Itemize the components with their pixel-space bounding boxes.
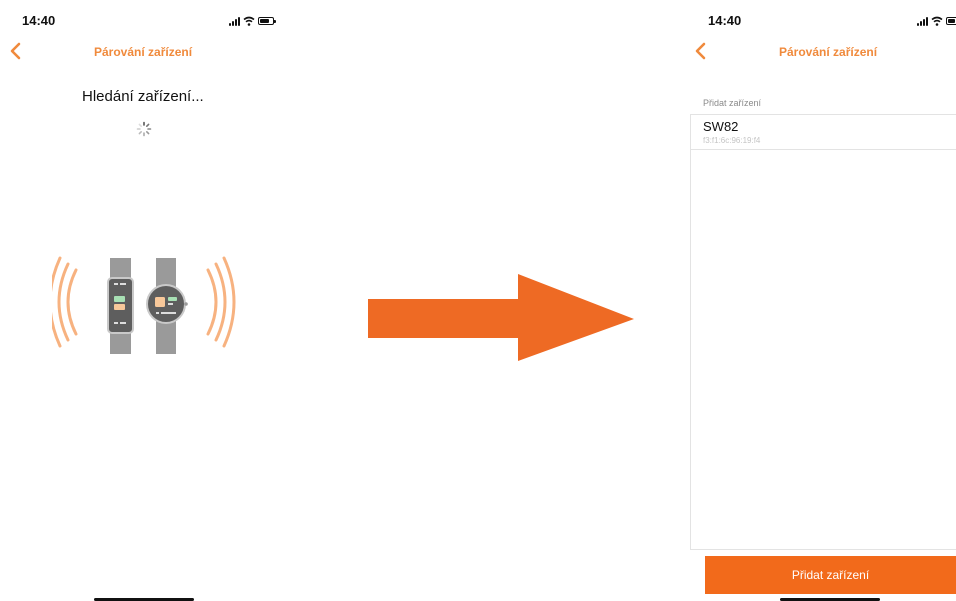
signal-icon — [229, 16, 240, 26]
battery-icon — [258, 17, 276, 25]
status-time: 14:40 — [22, 13, 56, 28]
right-arrow-icon — [368, 274, 634, 361]
back-chevron-icon — [10, 42, 21, 60]
wifi-icon — [243, 16, 255, 26]
status-icons — [229, 16, 276, 26]
loading-spinner-icon — [136, 121, 152, 137]
device-mac: f3:f1:6c:96:19:f4 — [703, 136, 761, 145]
device-list: SW82 f3:f1:6c:96:19:f4 — [690, 114, 956, 550]
pairing-illustration — [52, 256, 236, 354]
searching-text: Hledání zařízení... — [82, 88, 204, 105]
back-button[interactable] — [9, 42, 21, 64]
section-label: Přidat zařízení — [703, 98, 762, 108]
right-phone-screen: 14:40 Párování zařízení Přidat zařízení … — [686, 0, 956, 601]
add-device-button[interactable]: Přidat zařízení — [705, 556, 956, 594]
nav-title: Párování zařízení — [779, 45, 878, 59]
wifi-icon — [931, 16, 943, 26]
status-icons — [917, 16, 956, 26]
device-name: SW82 — [703, 119, 739, 134]
back-chevron-icon — [695, 42, 706, 60]
status-time: 14:40 — [708, 13, 742, 28]
nav-title: Párování zařízení — [94, 45, 193, 59]
signal-icon — [917, 16, 928, 26]
left-phone-screen: 14:40 Párování zařízení Hledání zařízení… — [0, 0, 290, 601]
list-item[interactable]: SW82 f3:f1:6c:96:19:f4 — [691, 115, 956, 150]
back-button[interactable] — [694, 42, 706, 64]
battery-icon — [946, 17, 956, 25]
